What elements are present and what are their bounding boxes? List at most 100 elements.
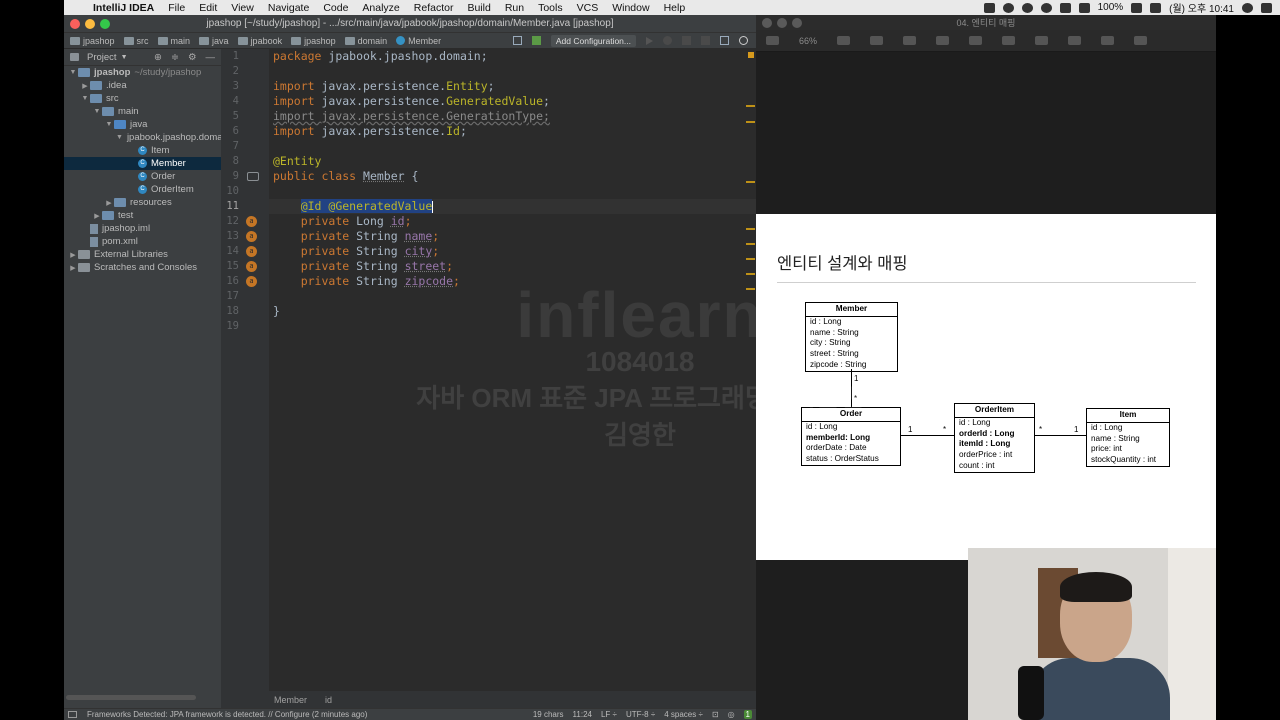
project-horizontal-scrollbar[interactable]	[66, 695, 196, 700]
line-number[interactable]: 3	[221, 79, 269, 94]
line-number[interactable]: 1	[221, 49, 269, 64]
menu-analyze[interactable]: Analyze	[355, 2, 406, 14]
line-number[interactable]: 18	[221, 304, 269, 319]
event-log-icon[interactable]: 1	[743, 710, 752, 719]
build-hammer-icon[interactable]	[531, 36, 541, 45]
line-number[interactable]: 13 a	[221, 229, 269, 244]
code-line-5[interactable]: import javax.persistence.GenerationType;	[269, 109, 756, 124]
line-number[interactable]: 10	[221, 184, 269, 199]
coverage-icon[interactable]	[682, 36, 691, 45]
menu-edit[interactable]: Edit	[192, 2, 224, 14]
breadcrumb-class[interactable]: Member	[274, 695, 307, 705]
stripe-marker[interactable]	[746, 105, 755, 107]
line-number[interactable]: 14 a	[221, 244, 269, 259]
line-number[interactable]: 2	[221, 64, 269, 79]
code-line-10[interactable]	[269, 184, 756, 199]
menu-code[interactable]: Code	[316, 2, 355, 14]
crumb-src[interactable]: src	[123, 36, 158, 46]
menu-navigate[interactable]: Navigate	[261, 2, 316, 14]
code-line-19[interactable]	[269, 319, 756, 334]
code-line-16[interactable]: private String zipcode;	[269, 274, 756, 289]
line-number[interactable]: 17	[221, 289, 269, 304]
code-line-7[interactable]	[269, 139, 756, 154]
file-encoding[interactable]: UTF-8 ÷	[626, 710, 655, 719]
expand-arrow-icon[interactable]: ▼	[92, 108, 102, 115]
text-icon[interactable]	[1002, 36, 1016, 45]
menu-file[interactable]: File	[161, 2, 192, 14]
code-line-4[interactable]: import javax.persistence.GeneratedValue;	[269, 94, 756, 109]
locate-icon[interactable]: ⊕	[154, 52, 162, 63]
code-line-6[interactable]: import javax.persistence.Id;	[269, 124, 756, 139]
project-structure-icon[interactable]	[720, 36, 729, 45]
crumb-java[interactable]: java	[199, 36, 238, 46]
line-number[interactable]: 12 a	[221, 214, 269, 229]
code-line-12[interactable]: private Long id;	[269, 214, 756, 229]
crumb-jpashop[interactable]: jpashop	[70, 36, 124, 46]
line-number[interactable]: 15 a	[221, 259, 269, 274]
tree-node[interactable]: C Member	[64, 157, 221, 170]
project-view-selector[interactable]: Project	[87, 52, 117, 63]
line-number[interactable]: 6	[221, 124, 269, 139]
menu-help[interactable]: Help	[657, 2, 693, 14]
line-number[interactable]: 19	[221, 319, 269, 334]
line-separator[interactable]: LF ÷	[601, 710, 617, 719]
tree-node[interactable]: ▶ Scratches and Consoles	[64, 261, 221, 274]
tool-window-toggle-icon[interactable]	[68, 711, 77, 718]
chart-icon[interactable]	[969, 36, 983, 45]
collapse-arrow-icon[interactable]: ▶	[68, 264, 78, 272]
collapse-arrow-icon[interactable]: ▶	[80, 82, 90, 90]
caret-position[interactable]: 11:24	[573, 710, 592, 719]
tree-node[interactable]: ▶ .idea	[64, 79, 221, 92]
code-line-13[interactable]: private String name;	[269, 229, 756, 244]
crumb-jpabook[interactable]: jpabook	[237, 36, 292, 46]
menu-view[interactable]: View	[224, 2, 261, 14]
code-line-3[interactable]: import javax.persistence.Entity;	[269, 79, 756, 94]
cloud-icon[interactable]	[1040, 2, 1052, 13]
sync-icon[interactable]	[1002, 2, 1014, 13]
more-icon[interactable]	[1134, 36, 1148, 45]
tree-node[interactable]: ▶ resources	[64, 196, 221, 209]
indent-setting[interactable]: 4 spaces ÷	[664, 710, 703, 719]
hide-panel-icon[interactable]: —	[206, 52, 216, 63]
run-icon[interactable]	[646, 36, 653, 45]
inspector-icon[interactable]: ◎	[728, 710, 735, 719]
debug-icon[interactable]	[663, 36, 672, 45]
code-line-15[interactable]: private String street;	[269, 259, 756, 274]
warning-marker[interactable]	[748, 52, 754, 58]
code-line-1[interactable]: package jpabook.jpashop.domain;	[269, 49, 756, 64]
lock-icon[interactable]: ⊡	[712, 710, 719, 719]
tree-node[interactable]: ▼ main	[64, 105, 221, 118]
code-line-2[interactable]	[269, 64, 756, 79]
line-number[interactable]: 5	[221, 109, 269, 124]
tree-node[interactable]: ▼ java	[64, 118, 221, 131]
bluetooth-icon[interactable]	[1059, 2, 1071, 13]
stripe-marker[interactable]	[746, 121, 755, 123]
spotlight-icon[interactable]	[1242, 2, 1253, 13]
tree-node[interactable]: jpashop.iml	[64, 222, 221, 235]
field-annotation-icon[interactable]: a	[246, 231, 257, 242]
menu-vcs[interactable]: VCS	[570, 2, 606, 14]
screen-icon[interactable]	[983, 2, 995, 13]
add-configuration-button[interactable]: Add Configuration...	[550, 34, 636, 47]
code-line-9[interactable]: public class Member {	[269, 169, 756, 184]
code-editor[interactable]: package jpabook.jpashop.domain; import j…	[269, 49, 756, 691]
menu-build[interactable]: Build	[460, 2, 497, 14]
tree-node[interactable]: pom.xml	[64, 235, 221, 248]
wifi-icon[interactable]	[1078, 2, 1090, 13]
keynote-live-icon[interactable]	[903, 36, 917, 45]
comment-icon[interactable]	[1101, 36, 1115, 45]
crumb-main[interactable]: main	[157, 36, 200, 46]
code-line-14[interactable]: private String city;	[269, 244, 756, 259]
field-annotation-icon[interactable]: a	[246, 261, 257, 272]
tree-node[interactable]: C OrderItem	[64, 183, 221, 196]
view-icon[interactable]	[766, 36, 779, 45]
line-number[interactable]: 7	[221, 139, 269, 154]
entity-database-icon[interactable]	[247, 172, 259, 181]
code-line-17[interactable]	[269, 289, 756, 304]
search-icon[interactable]	[739, 36, 748, 45]
breadcrumb-field[interactable]: id	[325, 695, 332, 705]
crumb-jpashop-pkg[interactable]: jpashop	[291, 36, 345, 46]
menu-app-name[interactable]: IntelliJ IDEA	[86, 2, 161, 14]
menu-refactor[interactable]: Refactor	[407, 2, 461, 14]
menubar-clock[interactable]: (월) 오후 10:41	[1169, 0, 1234, 15]
